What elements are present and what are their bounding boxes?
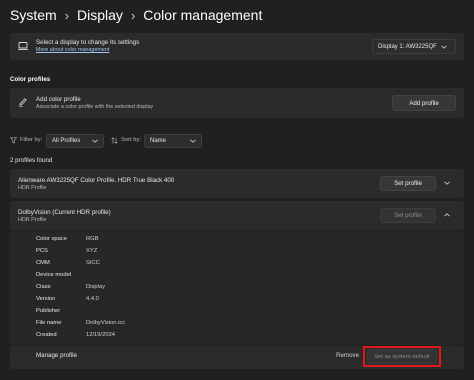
- property-value: RGB: [86, 236, 99, 242]
- manage-profile-row: Manage profile Remove Set as system defa…: [10, 346, 464, 369]
- set-profile-button[interactable]: Set profile: [380, 176, 436, 191]
- set-as-system-default-button[interactable]: Set as system default: [367, 349, 437, 364]
- sort-label-group: Sort by:: [111, 137, 141, 145]
- chevron-down-icon[interactable]: [444, 181, 450, 185]
- property-value: Display: [86, 284, 106, 290]
- color-management-link[interactable]: More about color management: [36, 47, 109, 54]
- filter-dropdown-value: All Profiles: [52, 138, 81, 144]
- display-select-card: Select a display to change its settings …: [10, 33, 464, 60]
- add-profile-button[interactable]: Add profile: [392, 95, 456, 111]
- profile-type: HDR Profile: [18, 185, 47, 191]
- chevron-down-icon: [92, 139, 98, 143]
- breadcrumb-display[interactable]: Display: [77, 7, 123, 23]
- property-key: File name: [36, 320, 62, 326]
- profile-title: DolbyVision (Current HDR profile): [18, 209, 111, 216]
- chevron-right-icon: ›: [64, 7, 70, 23]
- property-value: 12/19/2024: [86, 332, 116, 338]
- sort-dropdown-value: Name: [150, 138, 167, 144]
- section-title: Color profiles: [10, 76, 51, 83]
- property-key: Version: [36, 296, 56, 302]
- property-key: PCS: [36, 248, 48, 254]
- chevron-down-icon: [190, 139, 196, 143]
- monitor-icon: [18, 42, 28, 50]
- property-key: Color space: [36, 236, 67, 242]
- property-key: Class: [36, 284, 51, 290]
- property-value: DolbyVision.icc: [86, 320, 126, 326]
- chevron-right-icon: ›: [130, 7, 136, 23]
- page-title: Color management: [143, 7, 263, 23]
- property-key: Publisher: [36, 308, 61, 314]
- filter-icon: [10, 137, 17, 144]
- property-key: Device model: [36, 272, 72, 278]
- add-profile-subtitle: Associate a color profile with the selec…: [36, 104, 154, 110]
- sort-icon: [111, 137, 118, 144]
- profile-type: HDR Profile: [18, 217, 47, 223]
- profiles-count: 2 profiles found: [10, 157, 53, 164]
- chevron-down-icon: [441, 45, 447, 49]
- sort-dropdown[interactable]: Name: [144, 134, 202, 148]
- chevron-up-icon[interactable]: [444, 213, 450, 217]
- pen-add-icon: [19, 98, 27, 107]
- remove-button[interactable]: Remove: [336, 352, 359, 360]
- filter-dropdown[interactable]: All Profiles: [46, 134, 104, 148]
- manage-profile-label: Manage profile: [36, 352, 77, 359]
- display-dropdown-value: Display 1: AW3225QF: [378, 43, 437, 50]
- property-value: XYZ: [86, 248, 98, 254]
- property-value: 4.4.0: [86, 296, 99, 302]
- property-value: SICC: [86, 260, 100, 266]
- property-key: CMM: [36, 260, 50, 266]
- profile-item-expanded[interactable]: DolbyVision (Current HDR profile) HDR Pr…: [10, 201, 464, 230]
- filter-label: Filter by:: [20, 137, 43, 143]
- filter-label-group: Filter by:: [10, 137, 42, 145]
- profile-item[interactable]: Alienware AW3225QF Color Profile, HDR Tr…: [10, 169, 464, 198]
- display-dropdown[interactable]: Display 1: AW3225QF: [372, 39, 456, 54]
- set-profile-button-disabled[interactable]: Set profile: [380, 208, 436, 223]
- display-select-title: Select a display to change its settings: [36, 39, 140, 46]
- profile-title: Alienware AW3225QF Color Profile, HDR Tr…: [18, 177, 175, 184]
- add-profile-card: Add color profile Associate a color prof…: [10, 88, 464, 118]
- add-profile-title: Add color profile: [36, 96, 81, 103]
- property-key: Created: [36, 332, 57, 338]
- breadcrumb: System › Display › Color management: [10, 5, 262, 25]
- sort-label: Sort by:: [121, 137, 141, 143]
- breadcrumb-system[interactable]: System: [10, 7, 57, 23]
